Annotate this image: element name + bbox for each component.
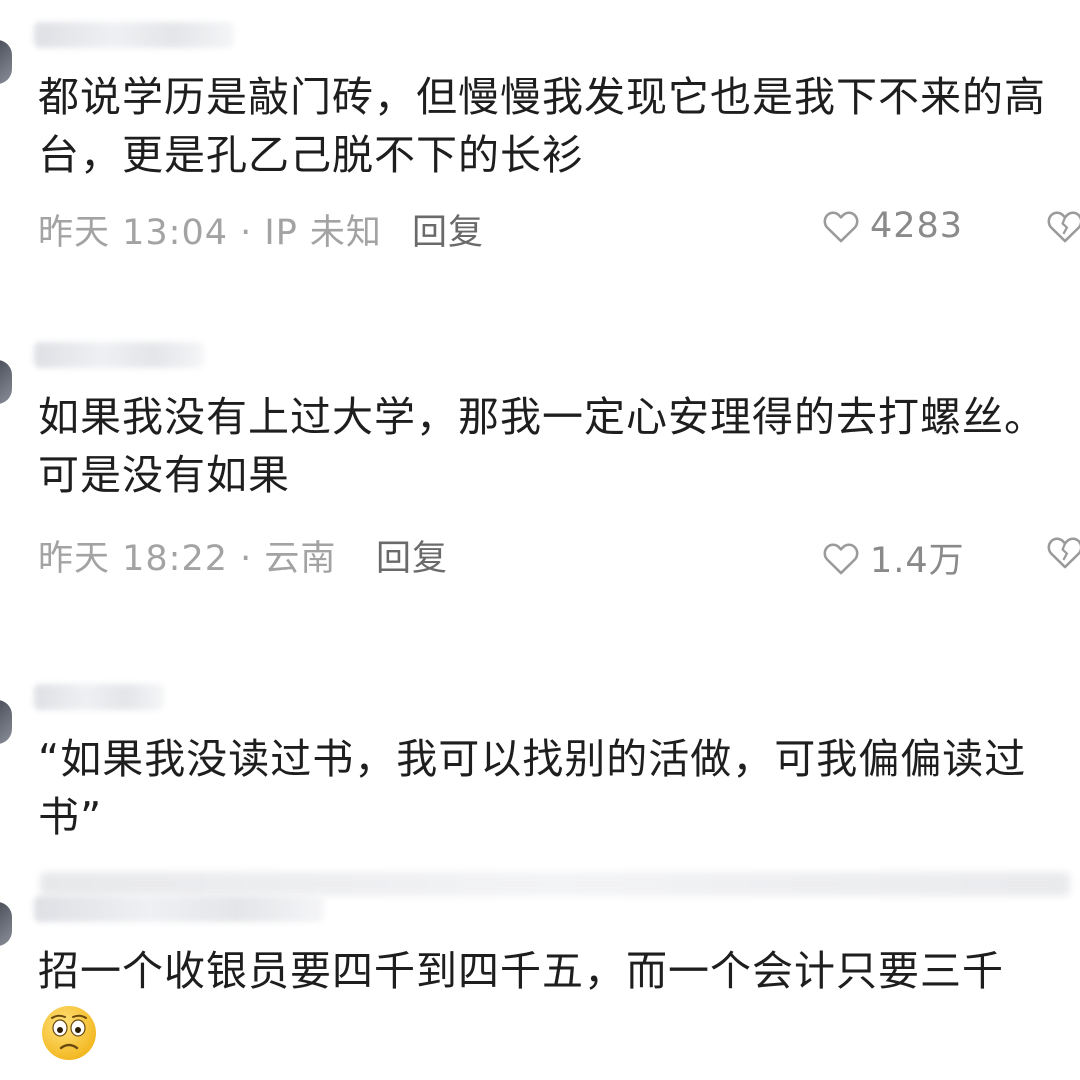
comment-text: 都说学历是敲门砖，但慢慢我发现它也是我下不来的高台，更是孔乙己脱不下的长衫 xyxy=(38,73,1046,179)
like-button[interactable]: 1.4万 xyxy=(822,532,965,583)
like-button[interactable]: 4283 xyxy=(822,206,963,246)
like-count: 1.4万 xyxy=(870,541,965,581)
avatar[interactable] xyxy=(0,360,12,404)
avatar[interactable] xyxy=(0,40,12,84)
broken-heart-icon[interactable] xyxy=(1046,534,1080,570)
comment-text: 如果我没有上过大学，那我一定心安理得的去打螺丝。可是没有如果 xyxy=(38,393,1046,499)
username-blurred[interactable] xyxy=(34,22,234,48)
like-count: 4283 xyxy=(870,206,964,246)
comment-meta: 昨天 18:22 · 云南 xyxy=(38,539,337,579)
comment-meta: 昨天 13:04 · IP 未知 xyxy=(38,213,382,253)
reply-button[interactable]: 回复 xyxy=(412,204,484,255)
broken-heart-icon[interactable] xyxy=(1046,208,1080,244)
comment-2: 如果我没有上过大学，那我一定心安理得的去打螺丝。可是没有如果 昨天 18:22 … xyxy=(0,320,1080,640)
worried-face-emoji xyxy=(42,1006,96,1060)
reply-button[interactable]: 回复 xyxy=(376,530,448,581)
comment-4: 招一个收银员要四千到四千五，而一个会计只要三千 xyxy=(0,888,1080,1080)
comment-1: 都说学历是敲门砖，但慢慢我发现它也是我下不来的高台，更是孔乙己脱不下的长衫 昨天… xyxy=(0,0,1080,300)
username-blurred[interactable] xyxy=(34,684,164,710)
heart-outline-icon xyxy=(823,542,859,574)
username-blurred[interactable] xyxy=(34,342,204,368)
avatar[interactable] xyxy=(0,700,12,744)
comment-3: “如果我没读过书，我可以找别的活做，可我偏偏读过书” xyxy=(0,660,1080,896)
comment-text: “如果我没读过书，我可以找别的活做，可我偏偏读过书” xyxy=(38,735,1027,841)
avatar[interactable] xyxy=(0,902,12,946)
username-blurred[interactable] xyxy=(34,896,324,922)
comment-text: 招一个收银员要四千到四千五，而一个会计只要三千 xyxy=(38,947,1004,995)
heart-outline-icon xyxy=(823,211,859,243)
